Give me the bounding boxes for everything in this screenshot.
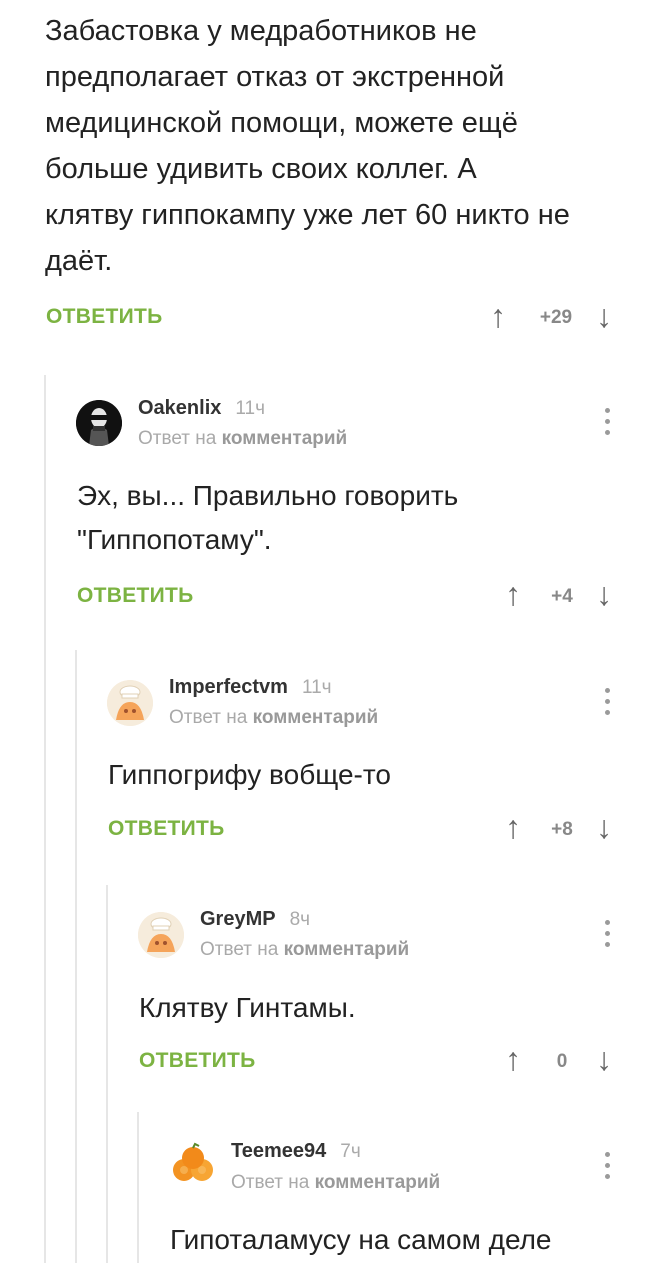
more-vertical-icon[interactable] (605, 1152, 611, 1185)
root-score: +29 (539, 307, 573, 328)
more-vertical-icon[interactable] (605, 408, 611, 441)
reply-to: Ответ на комментарий (200, 939, 409, 961)
thread-line-4 (137, 1112, 139, 1263)
avatar[interactable] (138, 912, 184, 958)
reply-button[interactable]: ОТВЕТИТЬ (77, 584, 194, 608)
more-vertical-icon[interactable] (605, 920, 611, 953)
reply-to-prefix: Ответ на (200, 939, 279, 960)
reply-to-link[interactable]: комментарий (315, 1172, 441, 1193)
reply-to-link[interactable]: комментарий (284, 939, 410, 960)
arrow-down-icon[interactable]: ↓ (596, 578, 612, 610)
root-line: медицинской помощи, можете ещё (45, 107, 518, 139)
score: +8 (551, 819, 573, 840)
comment-line: "Гиппопотаму". (77, 524, 272, 555)
comment-line: Гиппогрифу вобще-то (108, 759, 391, 790)
comment-header: Imperfectvm 11ч (169, 676, 332, 699)
thread-line-1 (44, 375, 46, 1263)
timestamp: 7ч (340, 1141, 361, 1162)
score: +4 (551, 586, 573, 607)
arrow-up-icon[interactable]: ↑ (505, 1043, 521, 1075)
reply-to-link[interactable]: комментарий (253, 707, 379, 728)
comment-header: Teemee94 7ч (231, 1140, 361, 1163)
arrow-down-icon[interactable]: ↓ (596, 1043, 612, 1075)
reply-to: Ответ на комментарий (169, 707, 378, 729)
timestamp: 8ч (289, 909, 311, 930)
reply-to: Ответ на комментарий (138, 428, 347, 450)
score: 0 (556, 1051, 568, 1072)
root-comment-text: Забастовка у медработников не предполага… (45, 8, 645, 284)
comment-header: GreyMP 8ч (200, 908, 310, 931)
root-line: клятву гиппокампу уже лет 60 никто не (45, 199, 570, 231)
arrow-down-icon[interactable]: ↓ (596, 300, 612, 332)
more-vertical-icon[interactable] (605, 688, 611, 721)
reply-to-prefix: Ответ на (169, 707, 248, 728)
root-line: предполагает отказ от экстренной (45, 61, 505, 93)
comment-header: Oakenlix 11ч (138, 397, 265, 420)
arrow-up-icon[interactable]: ↑ (505, 811, 521, 843)
comment-line: Гипоталамусу на самом деле (170, 1224, 552, 1255)
avatar[interactable] (169, 1142, 215, 1188)
reply-to-link[interactable]: комментарий (222, 428, 348, 449)
thread-line-3 (106, 885, 108, 1263)
thread-line-2 (75, 650, 77, 1263)
comment-text: Клятву Гинтамы. (139, 986, 639, 1030)
root-line: Забастовка у медработников не (45, 15, 477, 47)
root-line: больше удивить своих коллег. А (45, 153, 477, 185)
comment-line: Клятву Гинтамы. (139, 992, 356, 1023)
username[interactable]: Teemee94 (231, 1140, 326, 1162)
arrow-up-icon[interactable]: ↑ (505, 578, 521, 610)
avatar[interactable] (107, 680, 153, 726)
reply-to-prefix: Ответ на (231, 1172, 310, 1193)
root-reply-button[interactable]: ОТВЕТИТЬ (46, 305, 163, 329)
reply-to-prefix: Ответ на (138, 428, 217, 449)
comment-line: Эх, вы... Правильно говорить (77, 480, 459, 511)
username[interactable]: Imperfectvm (169, 676, 288, 698)
reply-button[interactable]: ОТВЕТИТЬ (108, 817, 225, 841)
reply-to: Ответ на комментарий (231, 1172, 440, 1194)
username[interactable]: Oakenlix (138, 397, 221, 419)
arrow-down-icon[interactable]: ↓ (596, 811, 612, 843)
timestamp: 11ч (301, 677, 332, 698)
reply-button[interactable]: ОТВЕТИТЬ (139, 1049, 256, 1073)
comment-text: Гиппогрифу вобще-то (108, 753, 638, 797)
timestamp: 11ч (235, 398, 266, 419)
comment-text: Эх, вы... Правильно говорить "Гиппопотам… (77, 474, 637, 562)
arrow-up-icon[interactable]: ↑ (490, 300, 506, 332)
root-line: даёт. (45, 245, 113, 277)
avatar[interactable] (76, 400, 122, 446)
username[interactable]: GreyMP (200, 908, 276, 930)
comment-text: Гипоталамусу на самом деле (170, 1218, 640, 1262)
